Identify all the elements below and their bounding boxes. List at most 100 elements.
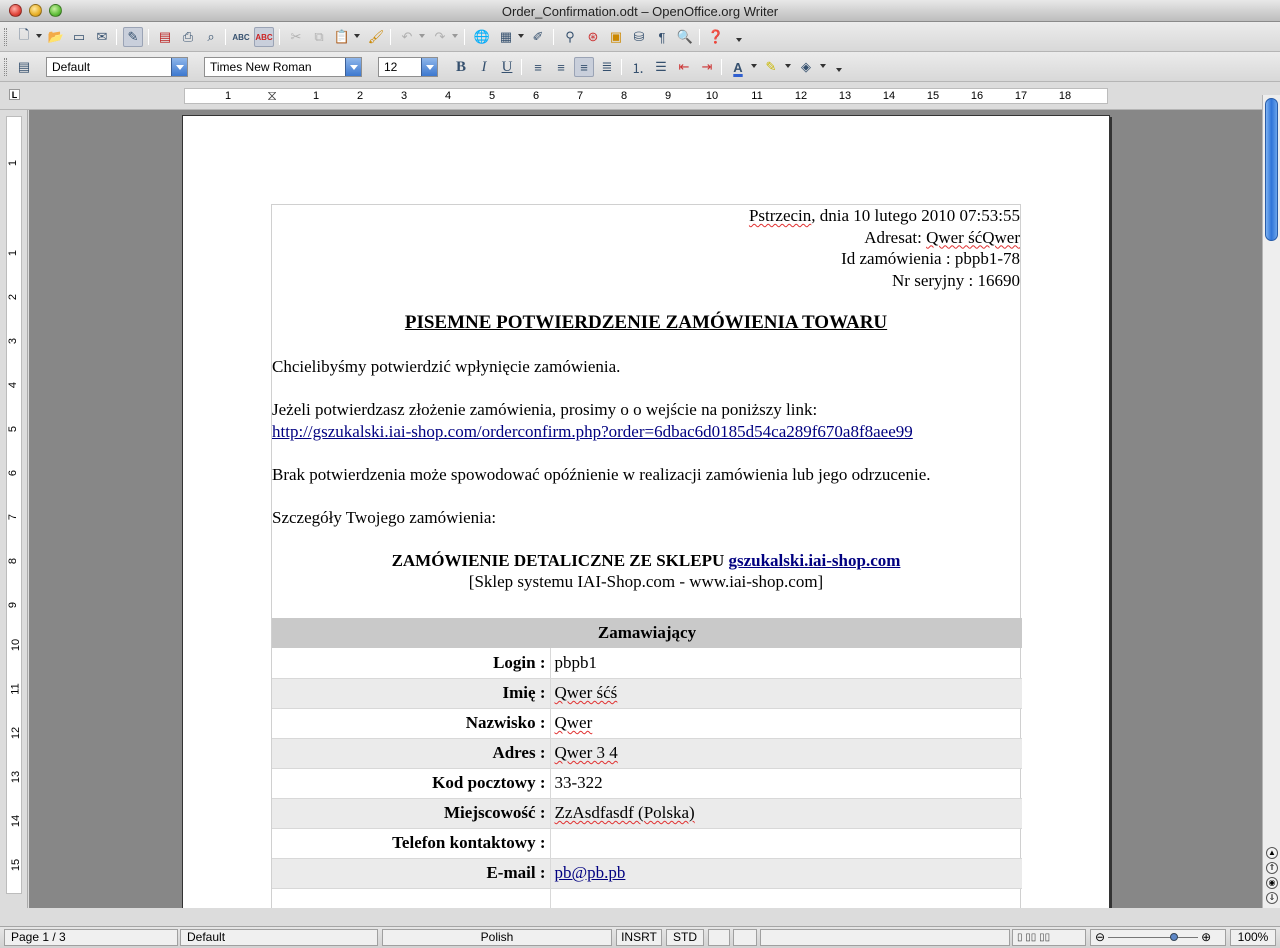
font-color-icon[interactable]: A <box>728 57 748 77</box>
background-color-dropdown-arrow[interactable] <box>820 64 826 68</box>
paragraph-style-combo[interactable]: Default <box>46 57 188 77</box>
document-page[interactable]: Pstrzecin, dnia 10 lutego 2010 07:53:55 … <box>182 115 1110 908</box>
vruler-label: 2 <box>7 293 20 301</box>
spellcheck-icon[interactable]: ABC <box>231 27 251 47</box>
redo-icon[interactable]: ↷ <box>430 27 450 47</box>
toolbar-grip[interactable] <box>4 28 7 46</box>
status-zoom[interactable]: 100% <box>1230 929 1276 946</box>
chevron-down-icon[interactable] <box>171 58 187 76</box>
align-left-icon[interactable]: ≡ <box>528 57 548 77</box>
header-addressee-line: Adresat: Qwer śćQwer <box>272 227 1020 249</box>
tab-type-selector[interactable]: L <box>9 89 20 100</box>
chevron-down-icon[interactable] <box>421 58 437 76</box>
edit-file-icon[interactable]: ✎ <box>123 27 143 47</box>
align-center-icon[interactable]: ≡ <box>551 57 571 77</box>
toolbar1-overflow-arrow[interactable] <box>736 38 742 42</box>
ruler-label: 15 <box>926 90 940 102</box>
undo-icon[interactable]: ↶ <box>397 27 417 47</box>
document-content[interactable]: Pstrzecin, dnia 10 lutego 2010 07:53:55 … <box>271 204 1022 908</box>
autospellcheck-icon[interactable]: ABC <box>254 27 274 47</box>
data-sources-icon[interactable]: ⛁ <box>629 27 649 47</box>
status-language[interactable]: Polish <box>382 929 612 946</box>
table-icon[interactable]: ▦ <box>496 27 516 47</box>
new-icon[interactable]: 🗋 <box>14 27 34 47</box>
status-modified[interactable] <box>733 929 757 946</box>
navigator-target-icon[interactable]: ◉ <box>1266 877 1278 889</box>
copy-icon[interactable]: ⧉ <box>309 27 329 47</box>
italic-icon[interactable]: I <box>474 57 494 77</box>
font-name-combo[interactable]: Times New Roman <box>204 57 362 77</box>
highlight-icon[interactable]: ✎ <box>761 57 781 77</box>
background-color-icon[interactable]: ◈ <box>796 57 816 77</box>
decrease-indent-icon[interactable]: ⇤ <box>674 57 694 77</box>
paste-icon[interactable]: 📋 <box>332 27 352 47</box>
chevron-down-icon[interactable] <box>345 58 361 76</box>
email-icon[interactable]: ✉ <box>92 27 112 47</box>
help-icon[interactable]: ❓ <box>706 27 726 47</box>
vertical-ruler-strip[interactable]: 1 1 2 3 4 5 6 7 8 9 10 11 12 13 14 15 <box>6 116 22 894</box>
new-dropdown-arrow[interactable] <box>36 34 42 38</box>
formatting-marks-icon[interactable]: ¶ <box>652 27 672 47</box>
zoom-out-icon[interactable]: ⊖ <box>1095 930 1105 944</box>
save-icon[interactable]: ▭ <box>69 27 89 47</box>
print-icon[interactable]: ⎙ <box>178 27 198 47</box>
status-insert-mode[interactable]: INSRT <box>616 929 662 946</box>
format-paintbrush-icon[interactable]: 🖌 <box>366 27 386 47</box>
font-color-dropdown-arrow[interactable] <box>751 64 757 68</box>
section-heading: ZAMÓWIENIE DETALICZNE ZE SKLEPU gszukals… <box>272 550 1020 571</box>
vruler-label: 12 <box>10 726 23 740</box>
ruler-label: 2 <box>356 90 364 102</box>
zoom-slider[interactable]: ⊖ ⊕ <box>1090 929 1226 946</box>
next-page-icon[interactable]: ⇓ <box>1266 892 1278 904</box>
align-right-icon[interactable]: ≡ <box>574 57 594 77</box>
navigator-icon[interactable]: ⊛ <box>583 27 603 47</box>
underline-icon[interactable]: U <box>497 57 517 77</box>
highlight-dropdown-arrow[interactable] <box>785 64 791 68</box>
numbering-icon[interactable]: ⒈ <box>628 57 648 77</box>
bold-icon[interactable]: B <box>451 57 471 77</box>
find-replace-icon[interactable]: ⚲ <box>560 27 580 47</box>
status-selection-mode[interactable]: STD <box>666 929 704 946</box>
increase-indent-icon[interactable]: ⇥ <box>697 57 717 77</box>
scrollbar-thumb[interactable] <box>1265 98 1278 241</box>
draw-functions-icon[interactable]: ✐ <box>528 27 548 47</box>
toolbar2-overflow-arrow[interactable] <box>836 68 842 72</box>
vruler-label: 7 <box>7 513 20 521</box>
vruler-label: 11 <box>9 683 22 695</box>
zoom-in-icon[interactable]: ⊕ <box>1201 930 1211 944</box>
paste-dropdown-arrow[interactable] <box>354 34 360 38</box>
toolbar-grip-2[interactable] <box>4 58 7 76</box>
export-pdf-icon[interactable]: ▤ <box>155 27 175 47</box>
zoom-icon[interactable]: 🔍 <box>675 27 695 47</box>
table-dropdown-arrow[interactable] <box>518 34 524 38</box>
hyperlink-icon[interactable]: 🌐 <box>472 27 492 47</box>
indent-marker-icon[interactable]: ⧖ <box>267 87 277 104</box>
ruler-label: 7 <box>576 90 584 102</box>
ruler-label: 13 <box>838 90 852 102</box>
shop-link[interactable]: gszukalski.iai-shop.com <box>728 551 900 570</box>
view-layout-icon[interactable]: ▯ ▯▯ ▯▯ <box>1012 929 1086 946</box>
header-place: Pstrzecin <box>748 206 812 225</box>
cut-icon[interactable]: ✂ <box>286 27 306 47</box>
open-icon[interactable]: 📂 <box>46 27 66 47</box>
status-signature[interactable] <box>708 929 730 946</box>
email-link[interactable]: pb@pb.pb <box>555 863 626 882</box>
bullets-icon[interactable]: ☰ <box>651 57 671 77</box>
page-preview-icon[interactable]: ⌕ <box>201 27 221 47</box>
gallery-icon[interactable]: ▣ <box>606 27 626 47</box>
scroll-up-arrow-icon[interactable]: ▲ <box>1266 847 1278 859</box>
undo-dropdown-arrow[interactable] <box>419 34 425 38</box>
vertical-scrollbar[interactable]: ▲ ⇑ ◉ ⇓ <box>1262 95 1280 908</box>
status-page-style[interactable]: Default <box>180 929 378 946</box>
status-page[interactable]: Page 1 / 3 <box>4 929 178 946</box>
styles-formatting-icon[interactable]: ▤ <box>14 57 34 77</box>
previous-page-icon[interactable]: ⇑ <box>1266 862 1278 874</box>
font-size-combo[interactable]: 12 <box>378 57 438 77</box>
redo-dropdown-arrow[interactable] <box>452 34 458 38</box>
zoom-slider-thumb[interactable] <box>1170 933 1179 942</box>
header-addressee-label: Adresat: <box>864 227 927 247</box>
confirm-order-link[interactable]: http://gszukalski.iai-shop.com/orderconf… <box>272 422 913 441</box>
justify-icon[interactable]: ≣ <box>597 57 617 77</box>
ruler-strip[interactable]: 1 ⧖ 1 2 3 4 5 6 7 8 9 10 11 12 13 14 15 … <box>184 87 1108 104</box>
formatting-toolbar: ▤ Default Times New Roman 12 B I U ≡ ≡ ≡… <box>0 52 1280 82</box>
